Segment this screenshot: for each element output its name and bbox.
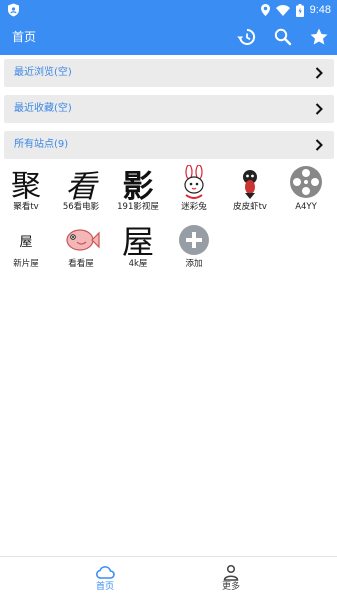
- section-label: 最近收藏(空): [14, 103, 72, 114]
- site-micaitu[interactable]: 迷彩兔: [168, 165, 220, 215]
- site-logo: 屋: [19, 234, 33, 250]
- nav-label: 首页: [95, 582, 114, 592]
- clock: 9:48: [309, 4, 331, 16]
- site-56-kandianying[interactable]: 看 56看电影: [55, 165, 107, 215]
- all-sites-section[interactable]: 所有站点(9): [4, 131, 334, 159]
- add-site-button[interactable]: 添加: [168, 222, 220, 272]
- site-kankanwu[interactable]: 看看屋: [55, 222, 107, 272]
- section-label: 所有站点(9): [14, 139, 69, 150]
- bottom-navigation: 首页 更多: [0, 556, 337, 600]
- site-name: 191影视屋: [117, 202, 159, 212]
- recent-favorites-section[interactable]: 最近收藏(空): [4, 95, 334, 123]
- site-name: 4k屋: [128, 259, 148, 269]
- site-4k-wu[interactable]: 屋 4k屋: [112, 222, 164, 272]
- shrimp-icon: [243, 170, 257, 199]
- nav-more[interactable]: 更多: [201, 557, 261, 601]
- battery-icon: [295, 3, 304, 17]
- nav-label: 更多: [221, 582, 240, 592]
- site-name: 迷彩兔: [181, 202, 207, 212]
- status-bar: 9:48: [0, 0, 337, 20]
- cloud-icon: [96, 566, 115, 579]
- site-name: A4YY: [295, 202, 317, 212]
- site-name: 看看屋: [68, 259, 94, 269]
- site-jukan-tv[interactable]: 聚 聚看tv: [0, 165, 52, 215]
- fish-icon: [66, 229, 100, 251]
- site-pipixia-tv[interactable]: 皮皮虾tv: [224, 165, 276, 215]
- app-bar: 首页: [0, 20, 337, 55]
- search-icon[interactable]: [273, 27, 293, 47]
- person-icon: [223, 564, 239, 581]
- wifi-icon: [275, 4, 290, 16]
- chevron-right-icon: [315, 139, 323, 151]
- rabbit-icon: [184, 165, 204, 199]
- site-logo: 屋: [121, 223, 154, 261]
- star-icon[interactable]: [309, 27, 329, 47]
- history-icon[interactable]: [236, 27, 256, 47]
- site-logo: 聚: [11, 169, 41, 204]
- chevron-right-icon: [315, 103, 323, 115]
- site-name: 添加: [185, 259, 203, 269]
- site-191-yingshiwu[interactable]: 影 191影视屋: [112, 165, 164, 215]
- site-name: 56看电影: [62, 202, 100, 212]
- chevron-right-icon: [315, 67, 323, 79]
- shield-icon: [8, 3, 19, 17]
- nav-home[interactable]: 首页: [75, 557, 135, 601]
- film-reel-icon: [290, 166, 322, 198]
- site-logo: 看: [65, 168, 97, 205]
- add-icon: [179, 225, 209, 255]
- site-logo: 影: [122, 168, 154, 205]
- site-xinpianwu[interactable]: 屋 新片屋: [0, 222, 52, 272]
- recent-browse-section[interactable]: 最近浏览(空): [4, 59, 334, 87]
- page-title: 首页: [12, 30, 37, 44]
- section-label: 最近浏览(空): [14, 67, 72, 78]
- site-name: 皮皮虾tv: [233, 202, 267, 212]
- location-icon: [260, 4, 270, 16]
- site-a4yy[interactable]: A4YY: [280, 165, 332, 215]
